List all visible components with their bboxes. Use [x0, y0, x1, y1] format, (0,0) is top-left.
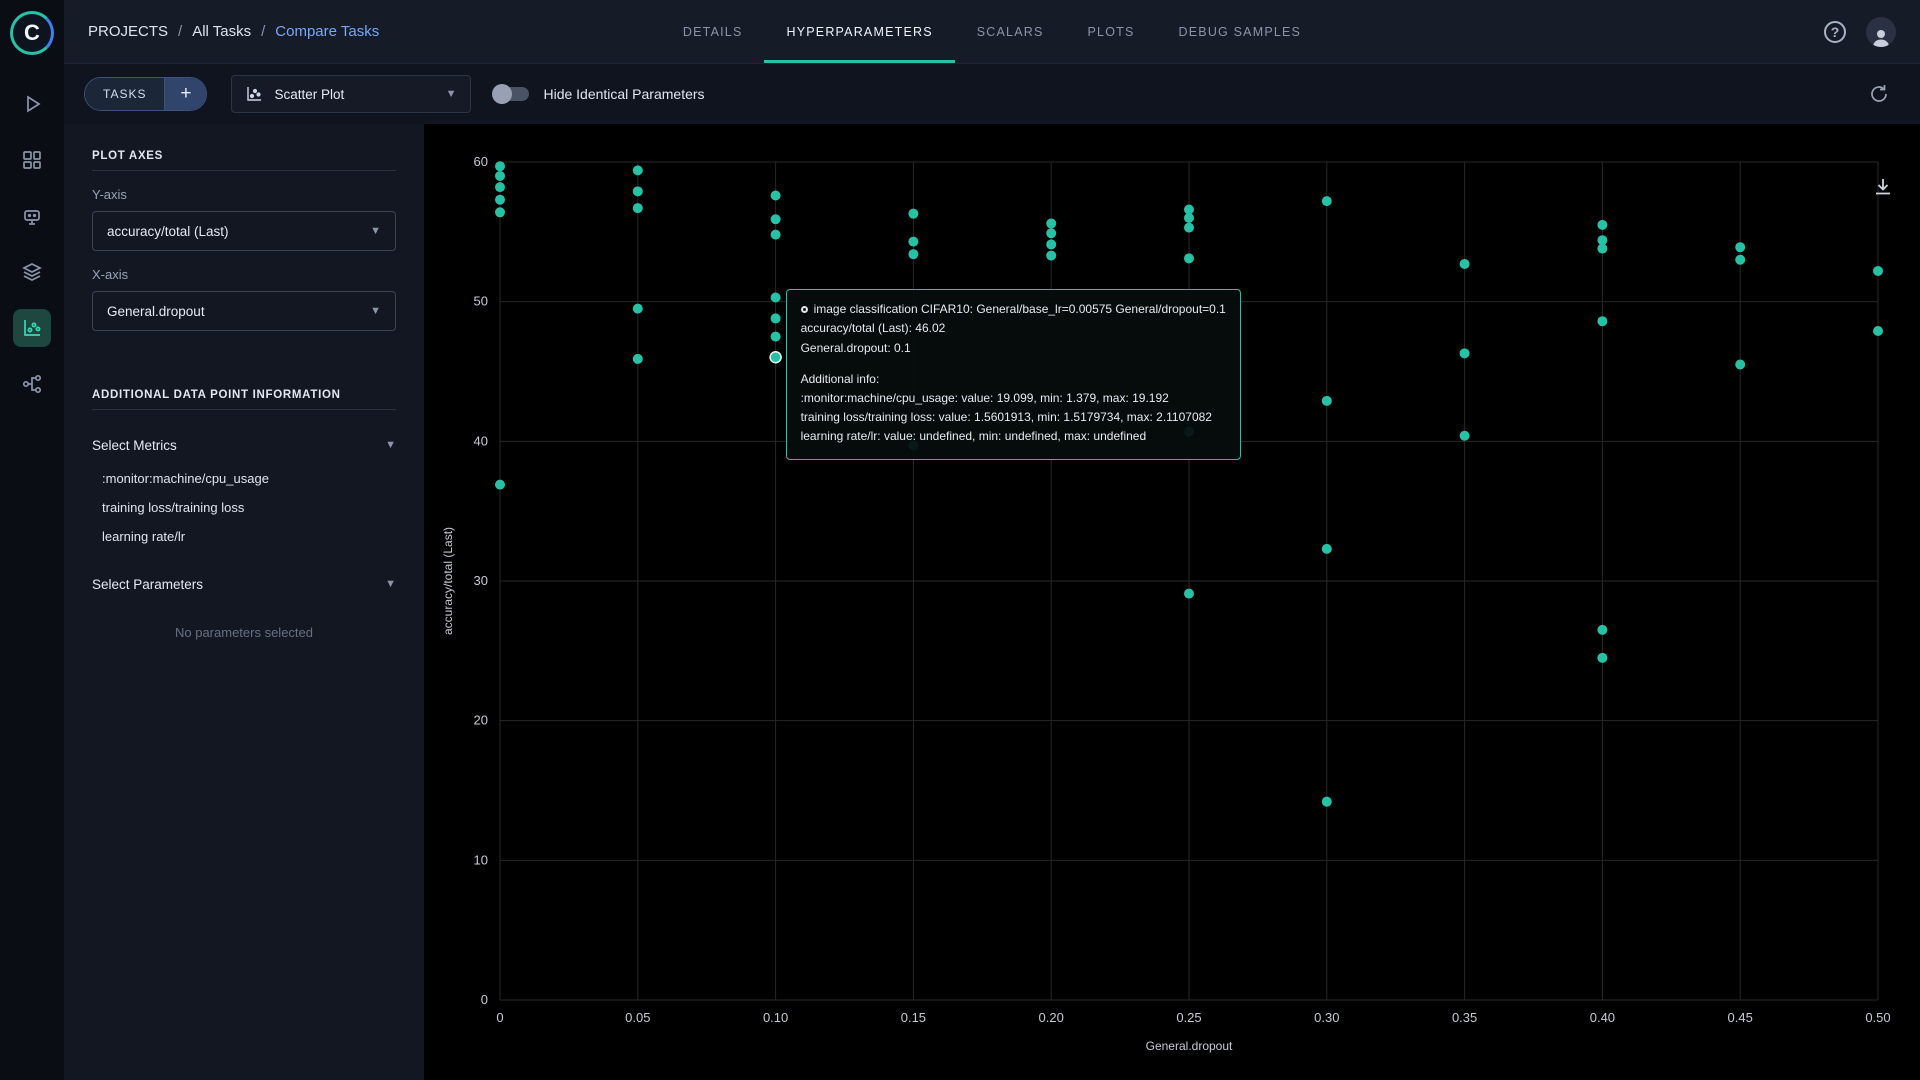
svg-text:0.35: 0.35: [1452, 1010, 1477, 1025]
svg-text:General.dropout: General.dropout: [1146, 1039, 1233, 1053]
breadcrumb-projects[interactable]: PROJECTS: [88, 23, 168, 40]
hide-identical-toggle[interactable]: Hide Identical Parameters: [492, 84, 705, 104]
selected-metrics-list: :monitor:machine/cpu_usage training loss…: [92, 464, 396, 551]
select-parameters-label: Select Parameters: [92, 576, 204, 592]
chevron-down-icon: ▼: [370, 225, 381, 237]
svg-text:0.10: 0.10: [763, 1010, 788, 1025]
tasks-selector-button[interactable]: TASKS +: [84, 77, 208, 111]
breadcrumb: PROJECTS / All Tasks / Compare Tasks: [88, 0, 661, 63]
divider: [92, 409, 396, 410]
tooltip-info-line: training loss/training loss: value: 1.56…: [800, 410, 1212, 425]
tab-bar: DETAILS HYPERPARAMETERS SCALARS PLOTS DE…: [661, 0, 1323, 63]
svg-text:20: 20: [474, 713, 488, 728]
workers-icon[interactable]: [13, 197, 51, 235]
tooltip-title: image classification CIFAR10: General/ba…: [813, 302, 1226, 317]
top-bar-actions: ?: [1323, 0, 1896, 63]
tooltip-info-line: :monitor:machine/cpu_usage: value: 19.09…: [800, 391, 1169, 405]
auto-refresh-icon[interactable]: [1868, 83, 1890, 105]
pipelines-icon[interactable]: [13, 365, 51, 403]
toggle-switch[interactable]: [492, 84, 530, 104]
clearml-logo[interactable]: C: [10, 11, 54, 55]
content-row: PLOT AXES Y-axis accuracy/total (Last) ▼…: [64, 124, 1920, 1080]
additional-info-title: ADDITIONAL DATA POINT INFORMATION: [92, 389, 341, 401]
select-parameters-dropdown[interactable]: Select Parameters ▼: [92, 565, 396, 603]
x-axis-dropdown[interactable]: General.dropout ▼: [92, 291, 396, 331]
point-tooltip: image classification CIFAR10: General/ba…: [785, 289, 1241, 460]
tooltip-info-header: Additional info:: [800, 371, 880, 386]
svg-text:60: 60: [474, 154, 488, 169]
select-metrics-label: Select Metrics: [92, 437, 177, 453]
breadcrumb-all-tasks[interactable]: All Tasks: [192, 23, 251, 40]
tooltip-param-line: General.dropout: 0.1: [800, 340, 911, 355]
svg-text:0.45: 0.45: [1728, 1010, 1753, 1025]
svg-text:0.50: 0.50: [1865, 1010, 1890, 1025]
add-task-button[interactable]: +: [164, 78, 207, 110]
x-axis-value: General.dropout: [107, 303, 205, 319]
select-metrics-dropdown[interactable]: Select Metrics ▼: [92, 426, 396, 464]
chevron-down-icon: ▼: [445, 88, 457, 100]
plot-settings-sidebar: PLOT AXES Y-axis accuracy/total (Last) ▼…: [64, 124, 424, 1080]
tooltip-info-line: learning rate/lr: value: undefined, min:…: [800, 429, 1147, 444]
svg-text:0.25: 0.25: [1176, 1010, 1201, 1025]
user-avatar[interactable]: [1866, 16, 1896, 47]
tab-hyperparameters[interactable]: HYPERPARAMETERS: [764, 0, 954, 63]
svg-text:30: 30: [474, 573, 488, 588]
tab-debug-samples[interactable]: DEBUG SAMPLES: [1157, 0, 1324, 63]
chevron-down-icon: ▼: [370, 305, 381, 317]
breadcrumb-separator: /: [261, 23, 266, 40]
breadcrumb-compare-tasks: Compare Tasks: [275, 23, 380, 40]
metric-item: :monitor:machine/cpu_usage: [102, 471, 269, 486]
tab-plots[interactable]: PLOTS: [1066, 0, 1157, 63]
svg-text:0.40: 0.40: [1590, 1010, 1615, 1025]
chevron-down-icon: ▼: [385, 578, 396, 590]
top-bar: PROJECTS / All Tasks / Compare Tasks DET…: [64, 0, 1920, 64]
metric-item: learning rate/lr: [102, 529, 186, 544]
point-marker-icon: [800, 306, 808, 314]
y-axis-dropdown[interactable]: accuracy/total (Last) ▼: [92, 211, 396, 251]
chevron-down-icon: ▼: [385, 439, 396, 451]
help-icon[interactable]: ?: [1824, 20, 1846, 43]
plot-type-value: Scatter Plot: [274, 86, 345, 102]
plot-type-dropdown[interactable]: Scatter Plot ▼: [231, 75, 472, 113]
scatter-plot-area[interactable]: 0 0.05 0.10 0.15 0.20 0.25 0.30 0.35 0.40 0.45 0.5…: [424, 124, 1920, 1080]
download-plot-icon[interactable]: [1872, 176, 1894, 203]
toggle-label: Hide Identical Parameters: [543, 86, 705, 102]
no-parameters-text: No parameters selected: [174, 625, 313, 640]
dashboard-icon[interactable]: [13, 141, 51, 179]
svg-text:0: 0: [496, 1010, 503, 1025]
compare-toolbar: TASKS + Scatter Plot ▼ Hide Identical Pa…: [64, 64, 1920, 124]
plot-axes-title: PLOT AXES: [92, 150, 164, 162]
metric-item: training loss/training loss: [102, 500, 245, 515]
breadcrumb-separator: /: [178, 23, 183, 40]
svg-text:0.20: 0.20: [1039, 1010, 1064, 1025]
tasks-button-label: TASKS: [85, 78, 165, 110]
svg-text:50: 50: [474, 294, 488, 309]
svg-text:0: 0: [481, 992, 488, 1007]
tab-details[interactable]: DETAILS: [661, 0, 765, 63]
svg-text:0.30: 0.30: [1314, 1010, 1339, 1025]
left-nav-rail: C: [0, 0, 64, 1080]
svg-text:accuracy/total (Last): accuracy/total (Last): [441, 527, 455, 635]
scatter-plot-icon: [246, 86, 262, 102]
tooltip-metric-line: accuracy/total (Last): 46.02: [800, 321, 946, 336]
divider: [92, 170, 396, 171]
main-column: PROJECTS / All Tasks / Compare Tasks DET…: [64, 0, 1920, 1080]
svg-text:0.05: 0.05: [625, 1010, 650, 1025]
y-axis-label: Y-axis: [92, 187, 127, 202]
datasets-icon[interactable]: [13, 253, 51, 291]
svg-text:0.15: 0.15: [901, 1010, 926, 1025]
getting-started-icon[interactable]: [13, 85, 51, 123]
x-axis-label: X-axis: [92, 267, 129, 282]
experiments-compare-icon[interactable]: [13, 309, 51, 347]
y-axis-value: accuracy/total (Last): [107, 223, 229, 239]
tab-scalars[interactable]: SCALARS: [955, 0, 1066, 63]
scatter-plot-canvas[interactable]: 0 0.05 0.10 0.15 0.20 0.25 0.30 0.35 0.40 0.45 0.5…: [424, 124, 1920, 1080]
svg-text:10: 10: [474, 852, 488, 867]
svg-text:40: 40: [474, 433, 488, 448]
